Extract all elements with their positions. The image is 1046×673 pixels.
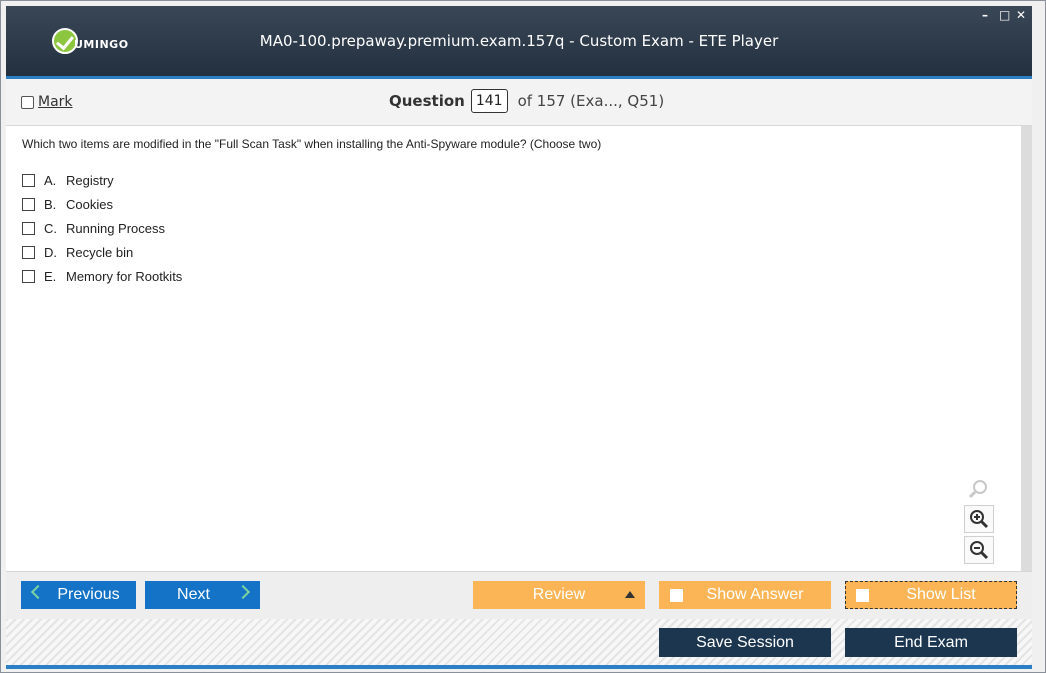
save-session-button[interactable]: Save Session xyxy=(659,628,831,657)
zoom-out-icon[interactable] xyxy=(964,536,994,564)
show-list-label: Show List xyxy=(906,586,976,603)
caret-up-icon xyxy=(625,591,635,598)
end-exam-label: End Exam xyxy=(894,633,968,651)
previous-label: Previous xyxy=(57,586,120,603)
zoom-controls xyxy=(964,476,994,564)
option-text: Running Process xyxy=(66,220,165,236)
question-label: Question xyxy=(389,92,465,110)
option-b[interactable]: B. Cookies xyxy=(22,192,182,216)
question-navigator: Question 141 of 157 (Exa..., Q51) xyxy=(389,89,664,113)
navigation-bar: Previous Next Review Show Answer Show Li… xyxy=(6,571,1032,619)
question-total: of 157 (Exa..., Q51) xyxy=(517,92,665,110)
maximize-button[interactable]: □ xyxy=(999,8,1010,22)
question-text: Which two items are modified in the "Ful… xyxy=(22,137,602,151)
option-checkbox[interactable] xyxy=(22,269,35,283)
option-text: Cookies xyxy=(66,196,113,212)
close-button[interactable]: ✕ xyxy=(1016,8,1026,22)
option-letter: E. xyxy=(44,268,57,284)
option-a[interactable]: A. Registry xyxy=(22,168,182,192)
review-label: Review xyxy=(532,586,586,603)
next-button[interactable]: Next xyxy=(145,581,260,609)
option-c[interactable]: C. Running Process xyxy=(22,216,182,240)
show-answer-button[interactable]: Show Answer xyxy=(659,581,831,609)
show-list-checkbox[interactable] xyxy=(856,589,869,602)
title-bar: UMINGO MA0-100.prepaway.premium.exam.157… xyxy=(6,6,1032,79)
chevron-left-icon xyxy=(30,584,46,600)
mark-label[interactable]: Mark xyxy=(38,94,73,110)
option-e[interactable]: E. Memory for Rootkits xyxy=(22,264,182,288)
show-answer-checkbox[interactable] xyxy=(670,589,683,602)
previous-button[interactable]: Previous xyxy=(21,581,136,609)
option-text: Recycle bin xyxy=(66,244,134,260)
answer-options: A. Registry B. Cookies C. Running Proces… xyxy=(22,168,182,288)
show-list-button[interactable]: Show List xyxy=(845,581,1017,609)
option-checkbox[interactable] xyxy=(22,221,35,235)
vertical-scrollbar[interactable] xyxy=(1021,126,1032,571)
app-window: UMINGO MA0-100.prepaway.premium.exam.157… xyxy=(0,0,1046,673)
option-letter: A. xyxy=(44,172,57,188)
chevron-right-icon xyxy=(235,584,251,600)
option-d[interactable]: D. Recycle bin xyxy=(22,240,182,264)
option-checkbox[interactable] xyxy=(22,173,35,187)
review-button[interactable]: Review xyxy=(473,581,645,609)
minimize-button[interactable]: – xyxy=(982,8,988,22)
question-number-input[interactable]: 141 xyxy=(470,89,508,113)
save-session-label: Save Session xyxy=(696,633,794,651)
option-checkbox[interactable] xyxy=(22,197,35,211)
option-letter: C. xyxy=(44,220,57,236)
question-content: Which two items are modified in the "Ful… xyxy=(6,126,1021,571)
option-text: Registry xyxy=(66,172,114,188)
option-text: Memory for Rootkits xyxy=(66,268,183,284)
mark-checkbox[interactable]: Mark xyxy=(21,94,73,110)
next-label: Next xyxy=(177,586,210,603)
show-answer-label: Show Answer xyxy=(706,586,804,603)
question-bar: Mark Question 141 of 157 (Exa..., Q51) xyxy=(6,79,1032,126)
window-title: MA0-100.prepaway.premium.exam.157q - Cus… xyxy=(259,32,779,50)
option-checkbox[interactable] xyxy=(22,245,35,259)
footer-bar: Save Session End Exam xyxy=(6,619,1032,669)
zoom-in-icon[interactable] xyxy=(964,505,994,533)
option-letter: B. xyxy=(44,196,57,212)
option-letter: D. xyxy=(44,244,57,260)
search-icon[interactable] xyxy=(964,476,992,502)
mark-checkbox-box[interactable] xyxy=(21,95,34,109)
end-exam-button[interactable]: End Exam xyxy=(845,628,1017,657)
